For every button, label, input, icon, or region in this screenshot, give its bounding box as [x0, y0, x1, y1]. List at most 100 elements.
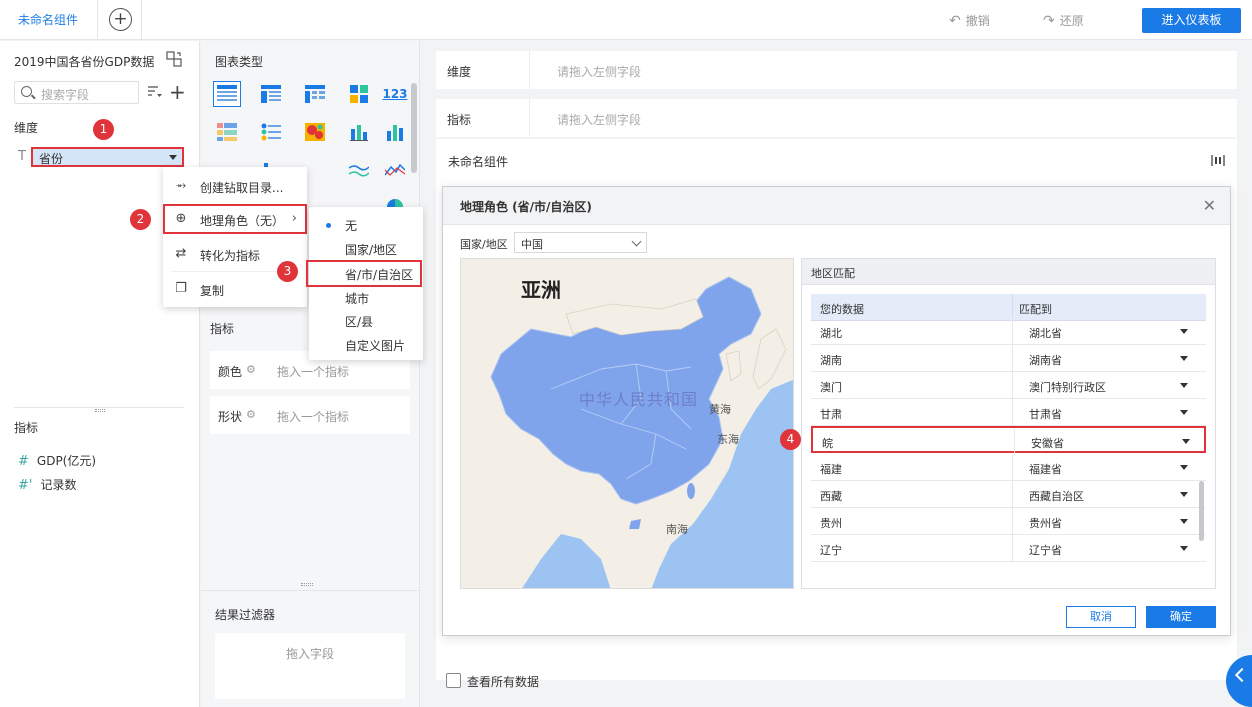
dropdown-arrow-icon[interactable] — [1180, 465, 1188, 470]
field-context-menu: ⥇ 创建钻取目录... ⊕ 地理角色（无） › ⇄ 转化为指标 ❐ 复制 — [163, 167, 307, 307]
dimension-section-label: 维度 — [14, 121, 39, 135]
table-row: 西藏 西藏自治区 — [811, 481, 1206, 508]
show-all-checkbox[interactable] — [446, 673, 461, 688]
sort-icon[interactable] — [148, 86, 162, 98]
number-type-icon: #' — [18, 478, 33, 493]
match-panel-header: 地区匹配 — [802, 259, 1215, 285]
map-label-east-sea: 东海 — [717, 433, 739, 446]
resize-grip[interactable] — [301, 583, 313, 586]
bar-chart-icon[interactable] — [383, 119, 407, 145]
undo-icon: ↶ — [949, 13, 961, 29]
heatmap-icon[interactable] — [301, 119, 329, 145]
confirm-button[interactable]: 确定 — [1146, 606, 1216, 628]
close-icon[interactable]: ✕ — [1203, 196, 1216, 215]
caret-down-icon[interactable] — [169, 155, 177, 160]
chevron-left-icon — [1234, 667, 1250, 683]
component-tab[interactable]: 未命名组件 — [0, 0, 98, 40]
cross-table-icon[interactable] — [301, 81, 329, 107]
table-row-highlighted: 皖安徽省 — [811, 426, 1206, 455]
chevron-right-icon: › — [291, 211, 297, 226]
copy-icon: ❐ — [175, 281, 187, 296]
enter-dashboard-button[interactable]: 进入仪表板 — [1142, 8, 1241, 33]
map-label-yellow-sea: 黄海 — [709, 403, 731, 416]
stacked-bar-icon[interactable] — [345, 119, 373, 145]
taiwan-region — [687, 483, 695, 499]
shape-slot[interactable]: 形状 ⚙ 拖入一个指标 — [210, 396, 410, 434]
filter-drop-zone[interactable]: 拖入字段 — [215, 633, 405, 699]
chevron-down-icon — [631, 236, 642, 247]
divider — [201, 590, 420, 591]
indicator-drop-row[interactable]: 指标 请拖入左侧字段 — [436, 99, 1237, 137]
table-row: 湖北 湖北省 — [811, 318, 1206, 345]
field-province[interactable]: T 省份 — [16, 147, 184, 167]
dialog-title: 地理角色 (省/市/自治区) — [460, 200, 592, 214]
submenu-item-province[interactable]: 省/市/自治区 — [345, 266, 413, 283]
kpi-card-icon[interactable] — [345, 81, 373, 107]
chart-config-panel: 图表类型 123 指标 颜色 ⚙ 拖入一个指标 形状 ⚙ 拖入一个指标 结果过滤… — [201, 41, 420, 707]
dropdown-arrow-icon[interactable] — [1182, 439, 1190, 444]
scrollbar[interactable] — [1199, 481, 1204, 541]
dropdown-arrow-icon[interactable] — [1180, 329, 1188, 334]
dropdown-arrow-icon[interactable] — [1180, 546, 1188, 551]
measure-section-label: 指标 — [14, 421, 39, 435]
map-preview[interactable]: 亚洲 中华人民共和国 黄海 东海 南海 — [460, 258, 794, 589]
redo-icon: ↷ — [1043, 13, 1055, 29]
table-row: 贵州 贵州省 — [811, 508, 1206, 535]
add-field-icon[interactable]: + — [169, 80, 186, 104]
search-input[interactable]: 搜索字段 — [14, 81, 139, 104]
cancel-button[interactable]: 取消 — [1066, 606, 1136, 628]
table-row: 辽宁 辽宁省 — [811, 535, 1206, 562]
map-label-country: 中华人民共和国 — [579, 390, 699, 409]
resize-grip[interactable] — [95, 409, 105, 412]
add-tab-icon[interactable]: + — [109, 8, 132, 31]
country-select[interactable]: 中国 — [514, 232, 647, 253]
submenu-item-none[interactable]: 无 — [345, 217, 357, 234]
table-row: 甘肃 甘肃省 — [811, 399, 1206, 426]
table-header: 您的数据 匹配到 — [811, 294, 1206, 321]
chart-type-label: 图表类型 — [215, 55, 264, 69]
measure-field[interactable]: # GDP(亿元) — [18, 452, 96, 469]
line-chart-icon[interactable] — [345, 157, 373, 183]
menu-item-geo-role[interactable]: ⊕ 地理角色（无） › — [163, 204, 307, 234]
dropdown-arrow-icon[interactable] — [1180, 383, 1188, 388]
submenu-item-custom-image[interactable]: 自定义图片 — [345, 337, 405, 354]
table-row: 湖南 湖南省 — [811, 345, 1206, 372]
search-icon — [21, 86, 32, 97]
undo-button[interactable]: ↶ 撤销 — [949, 12, 990, 29]
number-card-icon[interactable]: 123 — [382, 81, 407, 107]
redo-button[interactable]: ↷ 还原 — [1043, 12, 1084, 29]
submenu-item-city[interactable]: 城市 — [345, 290, 369, 307]
map-label-asia: 亚洲 — [521, 278, 561, 302]
step-badge: 4 — [780, 429, 801, 450]
field-province-selected[interactable]: 省份 — [31, 147, 184, 167]
measure-field[interactable]: #' 记录数 — [18, 476, 76, 493]
table-chart-icon[interactable] — [213, 81, 241, 107]
selected-dot-icon — [326, 223, 331, 228]
component-title[interactable]: 未命名组件 — [448, 153, 508, 170]
dropdown-arrow-icon[interactable] — [1180, 492, 1188, 497]
gear-icon[interactable]: ⚙ — [246, 408, 256, 421]
submenu-item-district[interactable]: 区/县 — [345, 313, 373, 330]
menu-item-drill[interactable]: ⥇ 创建钻取目录... — [163, 171, 307, 201]
list-chart-icon[interactable] — [257, 119, 285, 145]
divider — [14, 407, 184, 408]
dropdown-arrow-icon[interactable] — [1180, 410, 1188, 415]
step-badge: 3 — [277, 261, 298, 282]
colored-table-icon[interactable] — [213, 119, 241, 145]
divider — [141, 0, 142, 40]
dimension-drop-row[interactable]: 维度 请拖入左侧字段 — [436, 51, 1237, 89]
scrollbar[interactable] — [411, 83, 417, 173]
geo-role-dialog: 地理角色 (省/市/自治区) ✕ 国家/地区 中国 亚洲 中华人民共和国 黄海 … — [442, 186, 1231, 636]
gear-icon[interactable]: ⚙ — [246, 363, 256, 376]
submenu-item-country[interactable]: 国家/地区 — [345, 241, 397, 258]
table-row: 福建 福建省 — [811, 454, 1206, 481]
dropdown-arrow-icon[interactable] — [1180, 356, 1188, 361]
top-bar: 未命名组件 + ↶ 撤销 ↷ 还原 进入仪表板 — [0, 0, 1252, 40]
group-table-icon[interactable] — [257, 81, 285, 107]
step-badge: 1 — [93, 119, 114, 140]
map-label-south-sea: 南海 — [666, 523, 688, 536]
area-line-icon[interactable] — [383, 157, 407, 183]
switch-dataset-icon[interactable] — [166, 51, 182, 67]
dropdown-arrow-icon[interactable] — [1180, 519, 1188, 524]
chart-settings-icon[interactable] — [1211, 155, 1225, 166]
